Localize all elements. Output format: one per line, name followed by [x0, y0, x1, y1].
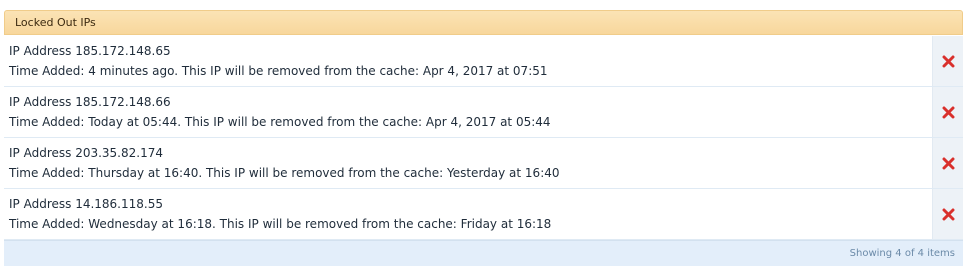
delete-icon[interactable] [942, 157, 955, 170]
ip-address: IP Address 185.172.148.65 [9, 44, 171, 58]
delete-button[interactable] [932, 189, 963, 239]
delete-icon[interactable] [942, 208, 955, 221]
ip-list: IP Address 185.172.148.65 Time Added: 4 … [4, 36, 963, 240]
time-added: Time Added: Today at 05:44. This IP will… [9, 115, 551, 129]
ip-address: IP Address 203.35.82.174 [9, 146, 163, 160]
list-item: IP Address 185.172.148.66 Time Added: To… [4, 87, 963, 138]
pagination-summary: Showing 4 of 4 items [4, 240, 963, 266]
list-item: IP Address 185.172.148.65 Time Added: 4 … [4, 36, 963, 87]
ip-address: IP Address 185.172.148.66 [9, 95, 171, 109]
time-added: Time Added: Thursday at 16:40. This IP w… [9, 166, 560, 180]
time-added: Time Added: 4 minutes ago. This IP will … [9, 64, 548, 78]
locked-ips-panel: Locked Out IPs IP Address 185.172.148.65… [4, 10, 963, 266]
time-added: Time Added: Wednesday at 16:18. This IP … [9, 217, 552, 231]
delete-button[interactable] [932, 87, 963, 137]
delete-button[interactable] [932, 36, 963, 86]
list-item: IP Address 203.35.82.174 Time Added: Thu… [4, 138, 963, 189]
delete-icon[interactable] [942, 106, 955, 119]
panel-title: Locked Out IPs [4, 10, 963, 35]
ip-address: IP Address 14.186.118.55 [9, 197, 163, 211]
delete-button[interactable] [932, 138, 963, 188]
list-item: IP Address 14.186.118.55 Time Added: Wed… [4, 189, 963, 240]
delete-icon[interactable] [942, 55, 955, 68]
